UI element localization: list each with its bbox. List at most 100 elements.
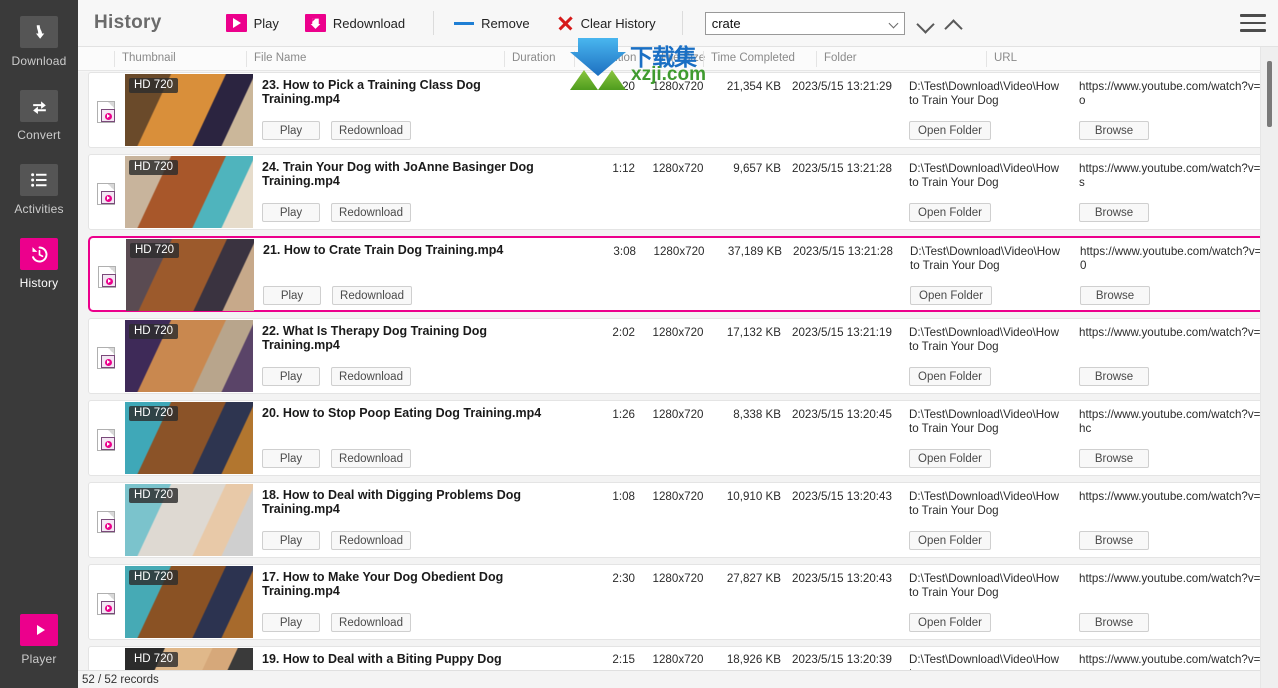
hamburger-menu-icon[interactable] <box>1240 14 1266 32</box>
row-open-folder-button[interactable]: Open Folder <box>909 531 991 550</box>
table-row[interactable]: HD 720 24. Train Your Dog with JoAnne Bas… <box>88 154 1278 230</box>
row-open-folder-button[interactable]: Open Folder <box>909 203 991 222</box>
find-next-button[interactable] <box>915 12 937 34</box>
row-play-button[interactable]: Play <box>263 286 321 305</box>
video-file-icon <box>97 347 115 369</box>
history-list[interactable]: HD 720 23. How to Pick a Training Class D… <box>78 72 1278 670</box>
table-row[interactable]: HD 720 18. How to Deal with Digging Probl… <box>88 482 1278 558</box>
row-redownload-button[interactable]: Redownload <box>331 367 411 386</box>
file-size-cell: 18,926 KB <box>726 653 781 666</box>
folder-cell: D:\Test\Download\Video\How to Train Your… <box>909 80 1059 107</box>
row-open-folder-button[interactable]: Open Folder <box>909 367 991 386</box>
page-title: History <box>94 12 162 33</box>
redownload-icon <box>304 14 326 32</box>
video-thumbnail[interactable]: HD 720 <box>125 320 253 392</box>
row-play-button[interactable]: Play <box>262 121 320 140</box>
redownload-button[interactable]: Redownload <box>301 11 409 35</box>
find-previous-button[interactable] <box>943 12 965 34</box>
play-icon <box>20 614 58 646</box>
row-browse-button[interactable]: Browse <box>1079 367 1149 386</box>
row-play-button[interactable]: Play <box>262 367 320 386</box>
search-input[interactable]: crate <box>704 11 905 35</box>
resolution-cell: 1280x720 <box>652 572 704 585</box>
hd-badge: HD 720 <box>130 243 179 258</box>
file-size-cell: 17,132 KB <box>726 326 781 339</box>
sidebar-item-label: Player <box>21 652 57 666</box>
row-redownload-button[interactable]: Redownload <box>331 613 411 632</box>
row-redownload-button[interactable]: Redownload <box>331 203 411 222</box>
resolution-cell: 1280x720 <box>653 245 705 258</box>
toolbar-divider <box>433 11 435 35</box>
column-header-file-size[interactable]: File Size <box>661 52 705 64</box>
table-row[interactable]: HD 720 17. How to Make Your Dog Obedient … <box>88 564 1278 640</box>
sidebar-item-history[interactable]: History <box>0 216 78 290</box>
row-play-button[interactable]: Play <box>262 531 320 550</box>
column-header-url[interactable]: URL <box>994 52 1017 64</box>
row-redownload-button[interactable]: Redownload <box>331 121 411 140</box>
video-thumbnail[interactable]: HD 720 <box>125 484 253 556</box>
row-browse-button[interactable]: Browse <box>1079 121 1149 140</box>
row-play-button[interactable]: Play <box>262 613 320 632</box>
table-row[interactable]: HD 720 19. How to Deal with a Biting Pupp… <box>88 646 1268 670</box>
table-row[interactable]: HD 720 23. How to Pick a Training Class D… <box>88 72 1278 148</box>
column-header-folder[interactable]: Folder <box>824 52 857 64</box>
video-thumbnail[interactable]: HD 720 <box>125 648 253 670</box>
play-button[interactable]: Play <box>222 11 283 35</box>
resolution-cell: 1280x720 <box>652 162 704 175</box>
remove-icon <box>454 21 475 25</box>
time-completed-cell: 2023/5/15 13:21:29 <box>792 80 892 93</box>
table-row[interactable]: HD 720 21. How to Crate Train Dog Trainin… <box>88 236 1278 312</box>
time-completed-cell: 2023/5/15 13:21:28 <box>793 245 893 258</box>
column-header-file-name[interactable]: File Name <box>254 52 306 64</box>
video-thumbnail[interactable]: HD 720 <box>125 402 253 474</box>
table-row[interactable]: HD 720 22. What Is Therapy Dog Training D… <box>88 318 1278 394</box>
column-header-thumbnail[interactable]: Thumbnail <box>122 52 176 64</box>
video-thumbnail[interactable]: HD 720 <box>126 239 254 311</box>
hd-badge: HD 720 <box>129 488 178 503</box>
row-open-folder-button[interactable]: Open Folder <box>909 121 991 140</box>
row-browse-button[interactable]: Browse <box>1079 613 1149 632</box>
video-thumbnail[interactable]: HD 720 <box>125 74 253 146</box>
remove-button[interactable]: Remove <box>450 13 533 34</box>
column-header-time-completed[interactable]: Time Completed <box>711 52 795 64</box>
top-toolbar: History Play Redownload Remove Clear His… <box>78 0 1278 47</box>
row-browse-button[interactable]: Browse <box>1080 286 1150 305</box>
video-file-icon <box>97 593 115 615</box>
row-redownload-button[interactable]: Redownload <box>331 531 411 550</box>
sidebar-item-convert[interactable]: Convert <box>0 68 78 142</box>
scrollbar-thumb[interactable] <box>1267 61 1272 127</box>
table-row[interactable]: HD 720 20. How to Stop Poop Eating Dog Tr… <box>88 400 1278 476</box>
row-open-folder-button[interactable]: Open Folder <box>910 286 992 305</box>
column-header-duration[interactable]: Duration <box>512 52 555 64</box>
row-redownload-button[interactable]: Redownload <box>332 286 412 305</box>
vertical-scrollbar[interactable] <box>1260 47 1278 688</box>
toolbar-divider-2 <box>681 11 683 35</box>
status-bar: 52 / 52 records <box>78 670 1278 688</box>
play-icon <box>225 14 247 32</box>
redownload-button-label: Redownload <box>332 15 406 31</box>
time-completed-cell: 2023/5/15 13:20:39 <box>792 653 892 666</box>
video-thumbnail[interactable]: HD 720 <box>125 156 253 228</box>
row-browse-button[interactable]: Browse <box>1079 449 1149 468</box>
duration-cell: 2:02 <box>612 326 635 339</box>
row-open-folder-button[interactable]: Open Folder <box>909 449 991 468</box>
column-header-row: Thumbnail File Name Duration Resolution … <box>78 47 1278 71</box>
column-header-resolution[interactable]: Resolution <box>582 52 636 64</box>
folder-cell: D:\Test\Download\Video\How to Train Your… <box>909 408 1059 435</box>
row-redownload-button[interactable]: Redownload <box>331 449 411 468</box>
sidebar-item-activities[interactable]: Activities <box>0 142 78 216</box>
row-browse-button[interactable]: Browse <box>1079 203 1149 222</box>
row-play-button[interactable]: Play <box>262 203 320 222</box>
file-size-cell: 9,657 KB <box>733 162 781 175</box>
clear-history-button-label: Clear History <box>580 15 656 31</box>
row-browse-button[interactable]: Browse <box>1079 531 1149 550</box>
clear-history-button[interactable]: Clear History <box>552 11 660 35</box>
play-button-label: Play <box>253 15 279 31</box>
folder-cell: D:\Test\Download\Video\How to Train Your… <box>909 572 1059 599</box>
video-thumbnail[interactable]: HD 720 <box>125 566 253 638</box>
row-open-folder-button[interactable]: Open Folder <box>909 613 991 632</box>
sidebar-item-download[interactable]: Download <box>0 0 78 68</box>
sidebar-item-player[interactable]: Player <box>0 614 78 666</box>
hd-badge: HD 720 <box>129 652 178 667</box>
row-play-button[interactable]: Play <box>262 449 320 468</box>
